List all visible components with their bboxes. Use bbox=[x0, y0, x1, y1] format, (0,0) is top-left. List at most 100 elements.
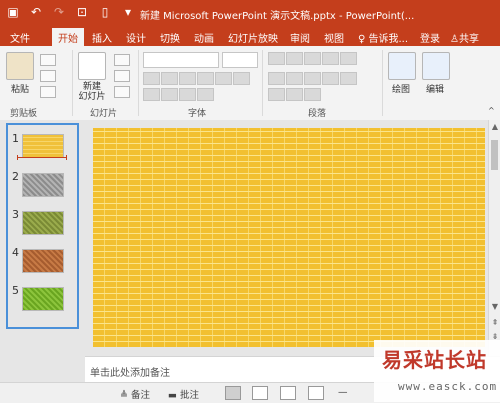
floppy-icon[interactable]: ▣ bbox=[6, 5, 20, 19]
previous-slide-icon[interactable]: ⇞ bbox=[490, 318, 500, 328]
grow-font-icon[interactable] bbox=[161, 88, 178, 101]
comments-label: 批注 bbox=[180, 390, 200, 401]
section-icon[interactable] bbox=[114, 86, 130, 98]
bold-icon[interactable] bbox=[143, 72, 160, 85]
watermark-url: www.easck.com bbox=[398, 380, 498, 393]
notes-placeholder: 单击此处添加备注 bbox=[90, 368, 170, 379]
italic-icon[interactable] bbox=[161, 72, 178, 85]
strikethrough-icon[interactable] bbox=[215, 72, 232, 85]
tab-transitions[interactable]: 切换 bbox=[160, 30, 180, 45]
bullets-icon[interactable] bbox=[268, 52, 285, 65]
chevron-down-icon[interactable]: ▾ bbox=[121, 5, 135, 19]
scrollbar-thumb[interactable] bbox=[491, 140, 498, 170]
scroll-down-icon[interactable]: ▼ bbox=[490, 302, 500, 312]
tab-slideshow[interactable]: 幻灯片放映 bbox=[228, 30, 278, 45]
zoom-out-button[interactable]: — bbox=[338, 387, 348, 398]
reading-view-icon[interactable] bbox=[280, 386, 296, 400]
decrease-indent-icon[interactable] bbox=[304, 52, 321, 65]
cut-icon[interactable] bbox=[40, 54, 56, 66]
ribbon-separator bbox=[138, 50, 139, 116]
site-watermark: 易采站长站 www.easck.com bbox=[374, 340, 500, 402]
ribbon: 粘贴 剪贴板 新建 幻灯片 幻灯片 字体 段落 绘图 编辑 ^ bbox=[0, 46, 500, 121]
align-text-icon[interactable] bbox=[286, 88, 303, 101]
share-button[interactable]: ♙共享 bbox=[450, 30, 479, 45]
tab-insert[interactable]: 插入 bbox=[92, 30, 112, 45]
font-color-icon[interactable] bbox=[143, 88, 160, 101]
shrink-font-icon[interactable] bbox=[179, 88, 196, 101]
tab-file[interactable]: 文件 bbox=[10, 30, 30, 45]
new-slide-label: 新建 幻灯片 bbox=[78, 82, 106, 102]
slide-sorter-icon[interactable] bbox=[252, 386, 268, 400]
text-direction-icon[interactable] bbox=[268, 88, 285, 101]
clipboard-icon bbox=[6, 52, 34, 80]
align-right-icon[interactable] bbox=[304, 72, 321, 85]
comments-toggle[interactable]: ▬ 批注 bbox=[168, 387, 199, 401]
slide-thumbnail-3[interactable] bbox=[22, 211, 64, 235]
copy-icon[interactable] bbox=[40, 70, 56, 82]
slide-thumbnail-2[interactable] bbox=[22, 173, 64, 197]
slideshow-view-icon[interactable] bbox=[308, 386, 324, 400]
reset-icon[interactable] bbox=[114, 70, 130, 82]
align-left-icon[interactable] bbox=[268, 72, 285, 85]
window-title: 新建 Microsoft PowerPoint 演示文稿.pptx - Powe… bbox=[140, 11, 415, 22]
tab-home[interactable]: 开始 bbox=[52, 28, 84, 48]
tab-review[interactable]: 审阅 bbox=[290, 30, 310, 45]
notes-label: 备注 bbox=[130, 390, 150, 401]
collapse-ribbon-icon[interactable]: ^ bbox=[488, 106, 495, 115]
notes-toggle[interactable]: ≜ 备注 bbox=[120, 387, 150, 401]
quick-access-toolbar: ▣ ↶ ↷ ⊡ ▯ ▾ bbox=[6, 5, 135, 19]
ribbon-separator bbox=[72, 50, 73, 116]
undo-icon[interactable]: ↶ bbox=[29, 5, 43, 19]
slide-number: 2 bbox=[12, 170, 19, 183]
presentation-icon[interactable]: ⊡ bbox=[75, 5, 89, 19]
tab-view[interactable]: 视图 bbox=[324, 30, 344, 45]
columns-icon[interactable] bbox=[340, 72, 357, 85]
clear-format-icon[interactable] bbox=[197, 88, 214, 101]
numbering-icon[interactable] bbox=[286, 52, 303, 65]
justify-icon[interactable] bbox=[322, 72, 339, 85]
user-icon: ♙ bbox=[450, 34, 459, 45]
paste-button[interactable]: 粘贴 bbox=[6, 52, 34, 95]
ribbon-tabs: 文件 开始 插入 设计 切换 动画 幻灯片放映 审阅 视图 ♀ 告诉我... 登… bbox=[0, 27, 500, 48]
slide-thumbnail-4[interactable] bbox=[22, 249, 64, 273]
paragraph-group-label: 段落 bbox=[308, 109, 327, 119]
slide-number: 4 bbox=[12, 246, 19, 259]
layout-icon[interactable] bbox=[114, 54, 130, 66]
slide-thumbnail-1[interactable] bbox=[22, 134, 64, 158]
tab-design[interactable]: 设计 bbox=[126, 30, 146, 45]
editing-label: 编辑 bbox=[425, 85, 444, 95]
underline-icon[interactable] bbox=[179, 72, 196, 85]
new-slide-button[interactable]: 新建 幻灯片 bbox=[76, 52, 108, 102]
new-slide-icon bbox=[78, 52, 106, 80]
new-document-icon[interactable]: ▯ bbox=[98, 5, 112, 19]
slide-thumbnail-5[interactable] bbox=[22, 287, 64, 311]
vertical-scrollbar[interactable]: ▲ ▼ ⇞ ⇟ bbox=[488, 120, 500, 356]
share-label: 共享 bbox=[458, 34, 479, 45]
smartart-icon[interactable] bbox=[304, 88, 321, 101]
font-name-combo[interactable] bbox=[143, 52, 219, 68]
drawing-button[interactable]: 绘图 bbox=[388, 52, 416, 95]
sign-in-link[interactable]: 登录 bbox=[420, 30, 440, 45]
slide-number: 1 bbox=[12, 132, 19, 145]
scroll-up-icon[interactable]: ▲ bbox=[490, 122, 500, 132]
editing-button[interactable]: 编辑 bbox=[422, 52, 450, 95]
normal-view-icon[interactable] bbox=[225, 386, 241, 400]
shadow-icon[interactable] bbox=[197, 72, 214, 85]
slide-number: 5 bbox=[12, 284, 19, 297]
tell-me-search[interactable]: ♀ 告诉我... bbox=[358, 30, 408, 45]
tab-animations[interactable]: 动画 bbox=[194, 30, 214, 45]
slide-editing-area bbox=[85, 120, 488, 356]
ribbon-separator bbox=[382, 50, 383, 116]
current-slide[interactable] bbox=[93, 128, 485, 347]
align-center-icon[interactable] bbox=[286, 72, 303, 85]
line-spacing-icon[interactable] bbox=[340, 52, 357, 65]
title-bar: ▣ ↶ ↷ ⊡ ▯ ▾ 新建 Microsoft PowerPoint 演示文稿… bbox=[0, 0, 500, 27]
redo-icon[interactable]: ↷ bbox=[52, 5, 66, 19]
insertion-marker bbox=[17, 155, 67, 160]
drawing-label: 绘图 bbox=[391, 85, 410, 95]
search-icon bbox=[422, 52, 450, 80]
font-size-combo[interactable] bbox=[222, 52, 258, 68]
format-painter-icon[interactable] bbox=[40, 86, 56, 98]
increase-indent-icon[interactable] bbox=[322, 52, 339, 65]
spacing-icon[interactable] bbox=[233, 72, 250, 85]
